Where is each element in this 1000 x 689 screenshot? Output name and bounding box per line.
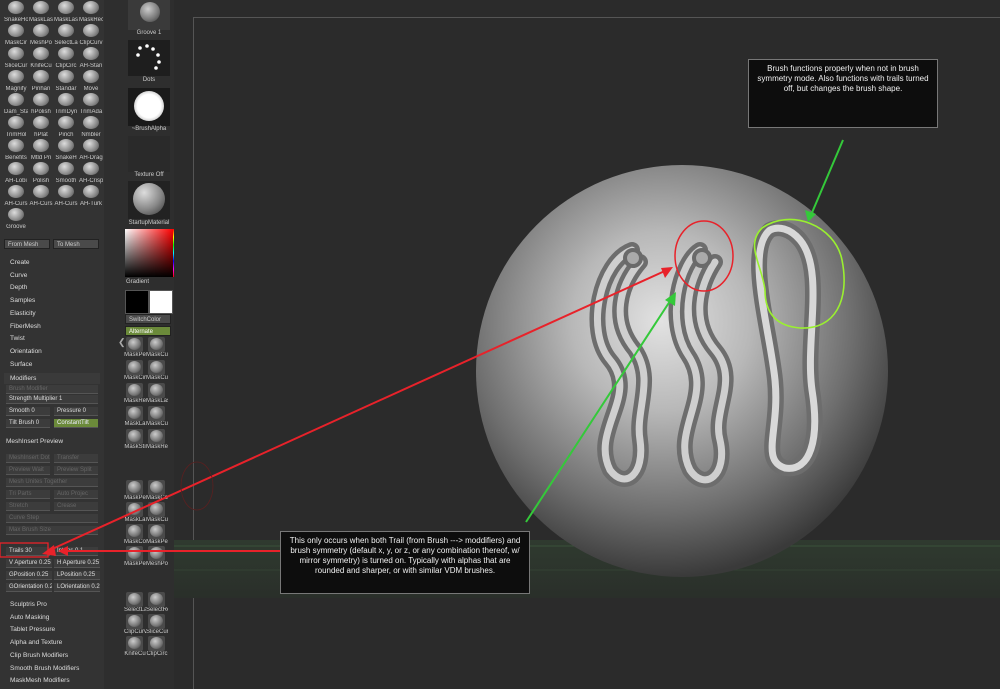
callout-bottom: This only occurs when both Trail (from B… xyxy=(280,531,530,594)
callout-top: Brush functions properly when not in bru… xyxy=(748,59,938,128)
green-arrow-upper xyxy=(810,139,844,216)
trails-highlight-box xyxy=(0,542,49,558)
faint-circle xyxy=(180,461,214,511)
sculpt-sphere xyxy=(476,165,888,577)
